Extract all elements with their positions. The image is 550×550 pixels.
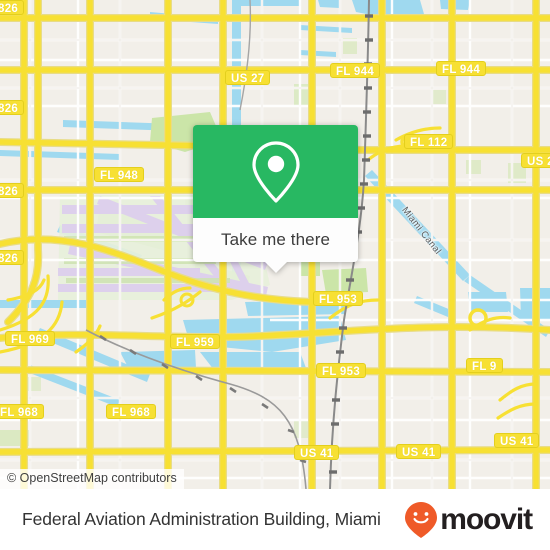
place-name-label: Federal Aviation Administration Building… — [22, 509, 381, 529]
road-shield: FL 968 — [106, 404, 157, 419]
moovit-smiley-pin-icon — [405, 501, 438, 538]
road-shield: US 27 — [521, 153, 550, 168]
callout-tail — [264, 262, 287, 273]
moovit-wordmark: moovit — [440, 502, 533, 536]
callout-header — [193, 125, 358, 218]
road-shield: FL 944 — [436, 61, 487, 76]
road-shield: FL 9 — [466, 358, 503, 373]
road-shield: FL 969 — [5, 331, 56, 346]
road-shield: FL 968 — [0, 404, 45, 419]
callout-action[interactable]: Take me there — [193, 218, 358, 273]
road-shield: US 41 — [294, 445, 340, 460]
destination-callout-card[interactable]: Take me there — [193, 125, 358, 273]
road-shield: 826 — [0, 183, 25, 198]
road-shield: FL 953 — [316, 363, 367, 378]
road-shield: US 41 — [494, 433, 540, 448]
road-shield: 826 — [0, 0, 25, 15]
road-shield: US 41 — [396, 444, 442, 459]
road-shield: FL 959 — [170, 334, 221, 349]
road-shield: FL 944 — [330, 63, 381, 78]
location-pin-icon — [251, 140, 300, 203]
road-shield: 826 — [0, 100, 25, 115]
road-shield: FL 948 — [94, 167, 145, 182]
road-shield: FL 953 — [313, 291, 364, 306]
road-shield: 826 — [0, 250, 25, 265]
map-canvas[interactable]: 826 826 826 826 FL 948 US 27 FL 944 FL 944 FL 11… — [0, 0, 550, 489]
openstreetmap-attribution[interactable]: © OpenStreetMap contributors — [0, 469, 184, 489]
road-shield: FL 112 — [404, 134, 454, 149]
take-me-there-label: Take me there — [220, 230, 331, 249]
bottom-info-bar: Federal Aviation Administration Building… — [0, 489, 550, 550]
road-shield: US 27 — [225, 70, 271, 85]
moovit-map-share-card: 826 826 826 826 FL 948 US 27 FL 944 FL 944 FL 11… — [0, 0, 550, 550]
moovit-brand[interactable]: moovit — [404, 501, 533, 539]
